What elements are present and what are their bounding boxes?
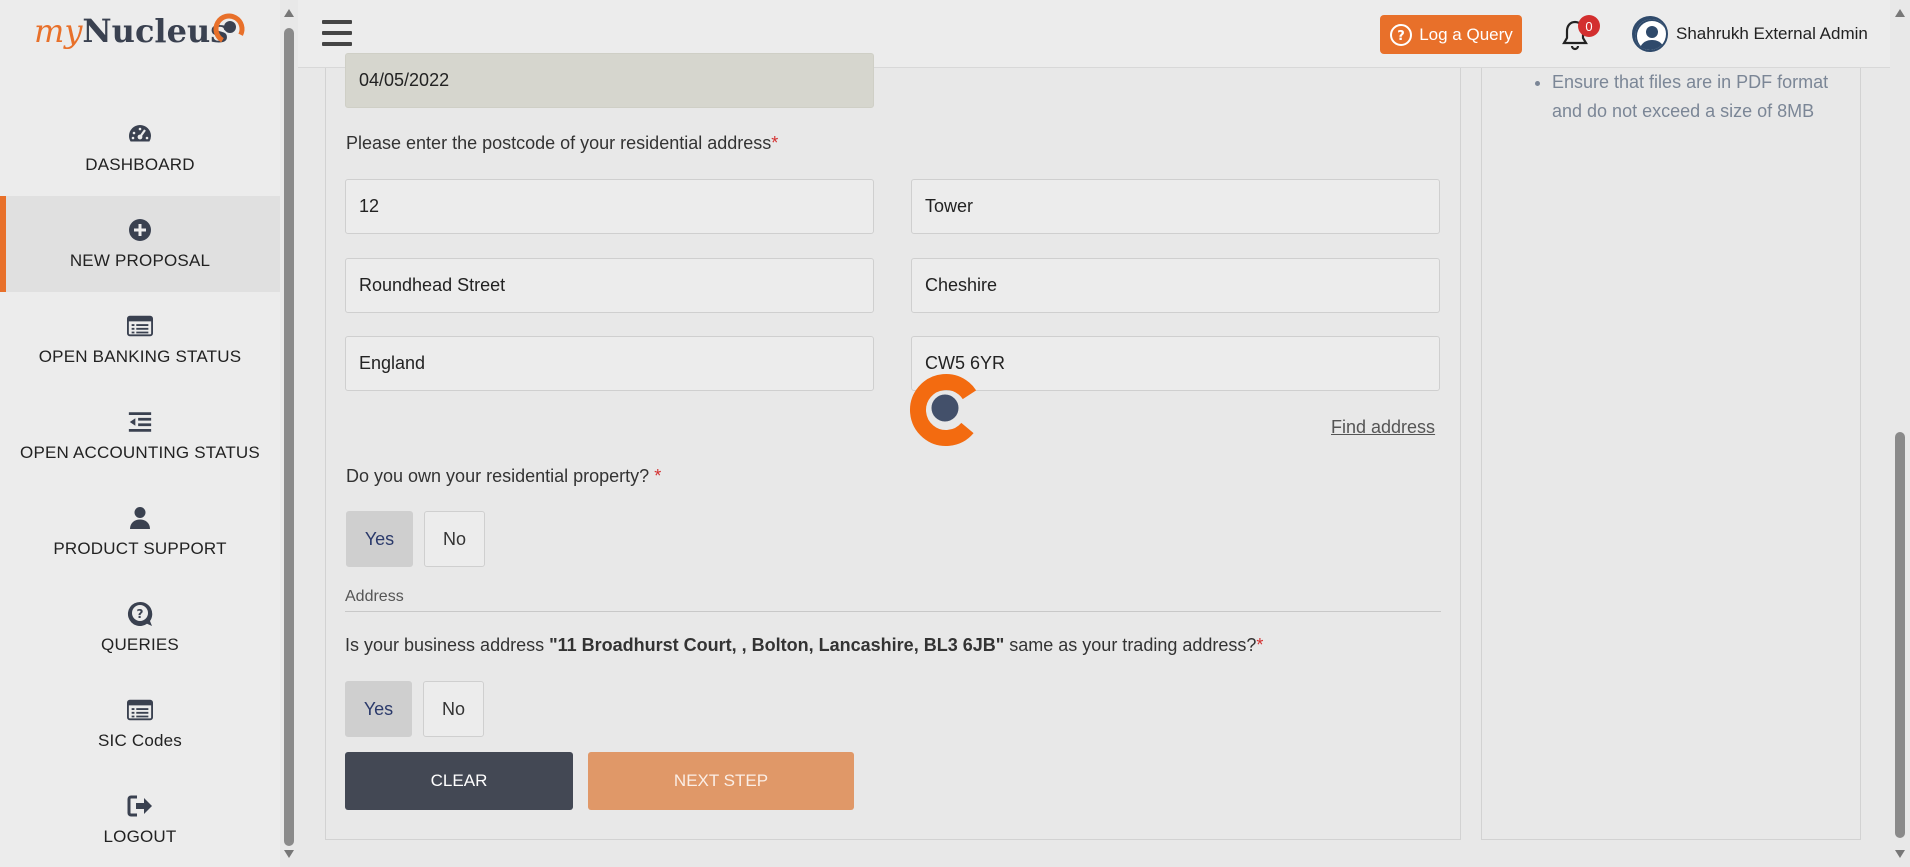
own-property-question-text: Do you own your residential property? [346, 466, 650, 486]
business-address-question-label: Is your business address "11 Broadhurst … [345, 635, 1263, 656]
sidebar-item-label: NEW PROPOSAL [69, 251, 211, 270]
building-value: Tower [925, 196, 974, 216]
sidebar-item-open-accounting-status[interactable]: OPEN ACCOUNTING STATUS [0, 388, 280, 484]
scroll-down-arrow-icon[interactable] [283, 849, 295, 859]
svg-text:?: ? [1397, 29, 1405, 44]
sidebar-item-label: OPEN ACCOUNTING STATUS [20, 443, 260, 462]
sidebar-item-new-proposal[interactable]: NEW PROPOSAL [0, 196, 280, 292]
indent-list-icon [127, 409, 153, 435]
sidebar-item-dashboard[interactable]: DASHBOARD [0, 100, 280, 196]
sidebar-item-open-banking-status[interactable]: OPEN BANKING STATUS [0, 292, 280, 388]
country-value: England [359, 353, 426, 373]
upload-guidelines-card: Ensure that files are in PDF format and … [1481, 68, 1861, 840]
county-value: Cheshire [925, 275, 998, 295]
street-value: Roundhead Street [359, 275, 506, 295]
list-card-icon [127, 313, 153, 339]
logo-my-text: my [34, 12, 83, 50]
date-value: 04/05/2022 [359, 70, 450, 90]
house-number-field[interactable]: 12 [345, 179, 874, 234]
log-query-label: Log a Query [1419, 24, 1513, 44]
user-icon [127, 505, 153, 531]
svg-text:?: ? [137, 607, 144, 621]
required-mark: * [654, 466, 662, 486]
list-card-icon [127, 697, 153, 723]
same-address-yes-button[interactable]: Yes [345, 681, 412, 737]
scroll-up-arrow-icon[interactable] [283, 8, 295, 18]
clear-button[interactable]: CLEAR [345, 752, 573, 810]
sidebar-item-label: LOGOUT [103, 827, 177, 846]
required-mark: * [1256, 635, 1264, 655]
sidebar-item-logout[interactable]: LOGOUT [0, 772, 280, 867]
own-property-no-button[interactable]: No [424, 511, 485, 567]
scroll-down-arrow-icon[interactable] [1894, 849, 1906, 859]
next-step-button[interactable]: NEXT STEP [588, 752, 854, 810]
page-scrollbar[interactable] [1890, 0, 1910, 867]
log-query-button[interactable]: ? Log a Query [1380, 15, 1522, 54]
page-scroll-thumb[interactable] [1895, 432, 1905, 838]
postcode-question-text: Please enter the postcode of your reside… [346, 133, 772, 153]
find-address-link[interactable]: Find address [1331, 417, 1435, 438]
own-property-question-label: Do you own your residential property? * [346, 466, 661, 487]
guideline-item: Ensure that files are in PDF format and … [1552, 68, 1842, 126]
notification-count-badge: 0 [1578, 15, 1600, 37]
address-section-label: Address [345, 588, 404, 605]
sidebar-item-label: OPEN BANKING STATUS [38, 347, 242, 366]
question-bubble-icon: ? [1390, 23, 1413, 46]
sign-out-icon [127, 793, 153, 819]
house-number-value: 12 [359, 196, 380, 216]
street-field[interactable]: Roundhead Street [345, 258, 874, 313]
required-mark: * [771, 133, 779, 153]
county-field[interactable]: Cheshire [911, 258, 1440, 313]
guidelines-list: Ensure that files are in PDF format and … [1552, 68, 1842, 126]
business-address-prefix: Is your business address [345, 635, 550, 655]
loading-spinner-icon [910, 374, 982, 446]
logo-mark-icon [213, 13, 245, 45]
sidebar-item-sic-codes[interactable]: SIC Codes [0, 676, 280, 772]
date-field: 04/05/2022 [345, 53, 874, 108]
scroll-up-arrow-icon[interactable] [1894, 8, 1906, 18]
sidebar: myNucleus DASHBOARD NEW PROPOSAL OPEN BA… [0, 0, 280, 867]
sidebar-item-label: PRODUCT SUPPORT [53, 539, 227, 558]
app-logo[interactable]: myNucleus [34, 12, 228, 72]
sidebar-item-label: DASHBOARD [85, 155, 195, 174]
sidebar-nav: DASHBOARD NEW PROPOSAL OPEN BANKING STAT… [0, 100, 280, 867]
hamburger-menu-icon[interactable] [322, 20, 352, 46]
sidebar-item-label: SIC Codes [97, 731, 182, 750]
same-address-no-button[interactable]: No [423, 681, 484, 737]
user-menu[interactable]: Shahrukh External Admin [1632, 16, 1868, 52]
logo-nucleus-text: Nucleus [82, 12, 229, 50]
postcode-value: CW5 6YR [925, 353, 1006, 373]
own-property-yes-button[interactable]: Yes [346, 511, 413, 567]
country-field[interactable]: England [345, 336, 874, 391]
user-name: Shahrukh External Admin [1676, 24, 1868, 43]
avatar [1632, 16, 1668, 52]
sidebar-item-queries[interactable]: ? QUERIES [0, 580, 280, 676]
dashboard-icon [127, 121, 153, 147]
business-address-value: "11 Broadhurst Court, , Bolton, Lancashi… [549, 635, 1005, 655]
postcode-field[interactable]: CW5 6YR [911, 336, 1440, 391]
question-bubble-icon: ? [127, 601, 153, 627]
building-field[interactable]: Tower [911, 179, 1440, 234]
sidebar-scroll-thumb[interactable] [284, 28, 294, 846]
sidebar-scrollbar[interactable] [280, 0, 298, 867]
plus-circle-icon [127, 217, 153, 243]
sidebar-item-label: QUERIES [101, 635, 179, 654]
section-divider [345, 611, 1441, 612]
sidebar-item-product-support[interactable]: PRODUCT SUPPORT [0, 484, 280, 580]
postcode-question-label: Please enter the postcode of your reside… [346, 133, 778, 154]
business-address-suffix: same as your trading address? [1004, 635, 1257, 655]
